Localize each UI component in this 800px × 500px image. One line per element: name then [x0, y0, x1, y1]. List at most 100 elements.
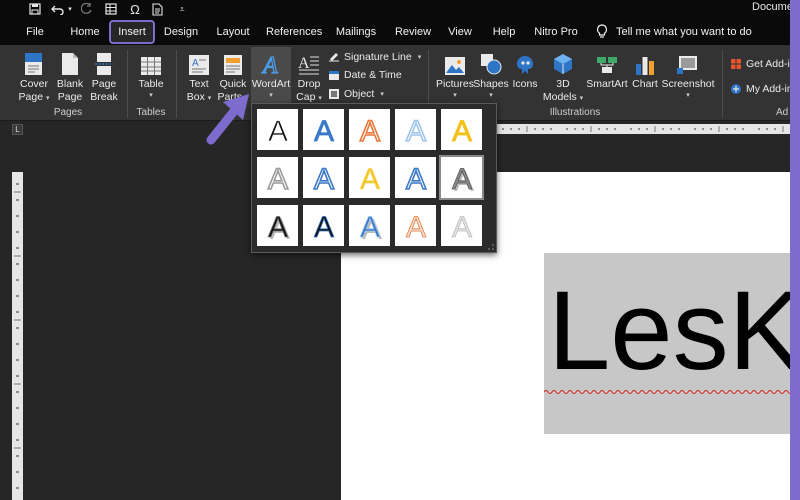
- drop-cap-icon: A: [298, 50, 320, 76]
- svg-text:A: A: [406, 115, 426, 147]
- cover-page-label-1: Cover: [19, 78, 48, 90]
- wordart-style-3[interactable]: A: [349, 109, 390, 150]
- cover-page-label-2-text: Page: [18, 91, 44, 103]
- 3d-cube-icon: [552, 50, 574, 76]
- blank-page-button[interactable]: Blank Page: [55, 50, 85, 104]
- wordart-letter-a-icon: A: [359, 162, 380, 194]
- wordart-style-12[interactable]: A: [303, 205, 344, 246]
- store-icon: [731, 59, 741, 69]
- drop-cap-button[interactable]: A Drop Cap ▾: [294, 50, 324, 104]
- page-break-button[interactable]: Page Break: [90, 50, 118, 104]
- save-icon[interactable]: [28, 1, 42, 17]
- resize-grip-icon[interactable]: [488, 244, 494, 250]
- svg-text:A: A: [192, 58, 199, 69]
- tell-me-search[interactable]: Tell me what you want to do: [596, 18, 752, 45]
- tab-layout[interactable]: Layout: [212, 20, 254, 44]
- title-bar: ▾ Ω ⩡ Docume: [0, 0, 790, 18]
- wordart-text-box[interactable]: LesK: [544, 253, 790, 434]
- icons-label: Icons: [512, 78, 538, 90]
- wordart-style-10[interactable]: AA: [439, 155, 484, 200]
- customize-icon[interactable]: ⩡: [176, 1, 188, 17]
- tab-nitro-pro[interactable]: Nitro Pro: [532, 20, 580, 44]
- my-addins-button[interactable]: My Add-in: [730, 82, 790, 96]
- cover-page-label-2: Page ▾: [18, 91, 50, 103]
- text-box-label-2-text: Box: [186, 91, 205, 103]
- wordart-style-6[interactable]: A: [257, 157, 298, 198]
- pictures-button[interactable]: Pictures ▾: [436, 50, 474, 100]
- 3d-models-label-2-text: Models: [542, 91, 577, 103]
- icons-icon: [514, 50, 536, 76]
- shapes-icon: [479, 50, 503, 76]
- cover-page-button[interactable]: Cover Page ▾: [18, 50, 50, 104]
- redo-icon[interactable]: [80, 1, 94, 17]
- undo-dropdown-icon[interactable]: ▾: [66, 1, 74, 17]
- chart-label: Chart: [632, 78, 658, 90]
- get-addins-label: Get Add-i: [746, 58, 790, 70]
- screenshot-button[interactable]: Screenshot ▾: [661, 50, 715, 100]
- tab-references[interactable]: References: [266, 20, 322, 44]
- date-time-button[interactable]: Date & Time: [328, 68, 402, 82]
- svg-text:A: A: [314, 163, 334, 195]
- tab-insert[interactable]: Insert: [109, 20, 155, 44]
- wordart-style-2[interactable]: A: [303, 109, 344, 150]
- wordart-style-7[interactable]: A: [303, 157, 344, 198]
- wordart-letter-a-icon: A: [405, 114, 427, 147]
- icons-button[interactable]: Icons: [510, 50, 540, 91]
- svg-text:A: A: [452, 211, 472, 243]
- wordart-letter-a-icon: A: [451, 114, 472, 146]
- table-icon[interactable]: [104, 1, 118, 17]
- tab-design[interactable]: Design: [161, 20, 201, 44]
- horizontal-ruler[interactable]: [495, 124, 790, 134]
- wordart-style-4[interactable]: A: [395, 109, 436, 150]
- wordart-style-9[interactable]: A: [395, 157, 436, 198]
- 3d-models-label-2: Models ▾: [542, 91, 584, 103]
- wordart-button[interactable]: A WordArt ▾: [251, 47, 291, 103]
- pictures-icon: [444, 50, 466, 76]
- pictures-label: Pictures: [436, 78, 474, 90]
- wordart-style-14[interactable]: A: [395, 205, 436, 246]
- document-text[interactable]: LesK: [548, 271, 790, 391]
- my-addins-icon: [731, 84, 741, 94]
- wordart-letter-a-icon: A: [267, 162, 289, 195]
- tab-file[interactable]: File: [22, 20, 48, 44]
- frame-border: [790, 0, 800, 500]
- signature-line-button[interactable]: Signature Line ▾: [328, 50, 421, 64]
- wordart-letter-a-icon: A: [313, 114, 334, 146]
- signature-line-label: Signature Line: [344, 51, 412, 63]
- omega-icon[interactable]: Ω: [128, 1, 142, 17]
- svg-text:A: A: [406, 163, 426, 195]
- illustrations-group-label: Illustrations: [549, 107, 601, 118]
- wordart-style-11[interactable]: AA: [257, 205, 298, 246]
- wordart-style-13[interactable]: AA: [349, 205, 390, 246]
- svg-text:A: A: [261, 53, 278, 76]
- pointer-arrow-icon: [206, 94, 249, 145]
- undo-icon[interactable]: [50, 1, 66, 17]
- table-button[interactable]: Table ▾: [136, 50, 166, 100]
- wordart-style-8[interactable]: A: [349, 157, 390, 198]
- tab-review[interactable]: Review: [393, 20, 433, 44]
- chart-button[interactable]: Chart: [631, 50, 659, 91]
- tab-home[interactable]: Home: [66, 20, 104, 44]
- vertical-ruler[interactable]: [12, 172, 23, 500]
- tab-help[interactable]: Help: [490, 20, 518, 44]
- table-dropdown-caret: ▾: [149, 92, 153, 99]
- object-button[interactable]: Object ▾: [328, 87, 384, 101]
- ruler-tab-selector[interactable]: L: [12, 124, 23, 135]
- cover-page-icon: [23, 50, 45, 76]
- svg-text:A: A: [360, 211, 380, 243]
- tab-mailings[interactable]: Mailings: [333, 20, 379, 44]
- smartart-button[interactable]: SmartArt: [586, 50, 628, 91]
- wordart-style-5[interactable]: A: [441, 109, 482, 150]
- document-icon[interactable]: [150, 1, 164, 17]
- screenshot-dropdown-caret: ▾: [686, 92, 690, 99]
- tab-view[interactable]: View: [446, 20, 474, 44]
- wordart-style-1[interactable]: A: [257, 109, 298, 150]
- wordart-style-15[interactable]: A: [441, 205, 482, 246]
- shapes-label: Shapes: [473, 78, 509, 90]
- lightbulb-icon: [596, 24, 608, 38]
- shapes-button[interactable]: Shapes ▾: [473, 50, 509, 100]
- quick-parts-icon: [223, 50, 243, 76]
- 3d-models-button[interactable]: 3D Models ▾: [542, 50, 584, 104]
- get-addins-button[interactable]: Get Add-i: [730, 57, 790, 71]
- spelling-squiggle: [544, 390, 790, 394]
